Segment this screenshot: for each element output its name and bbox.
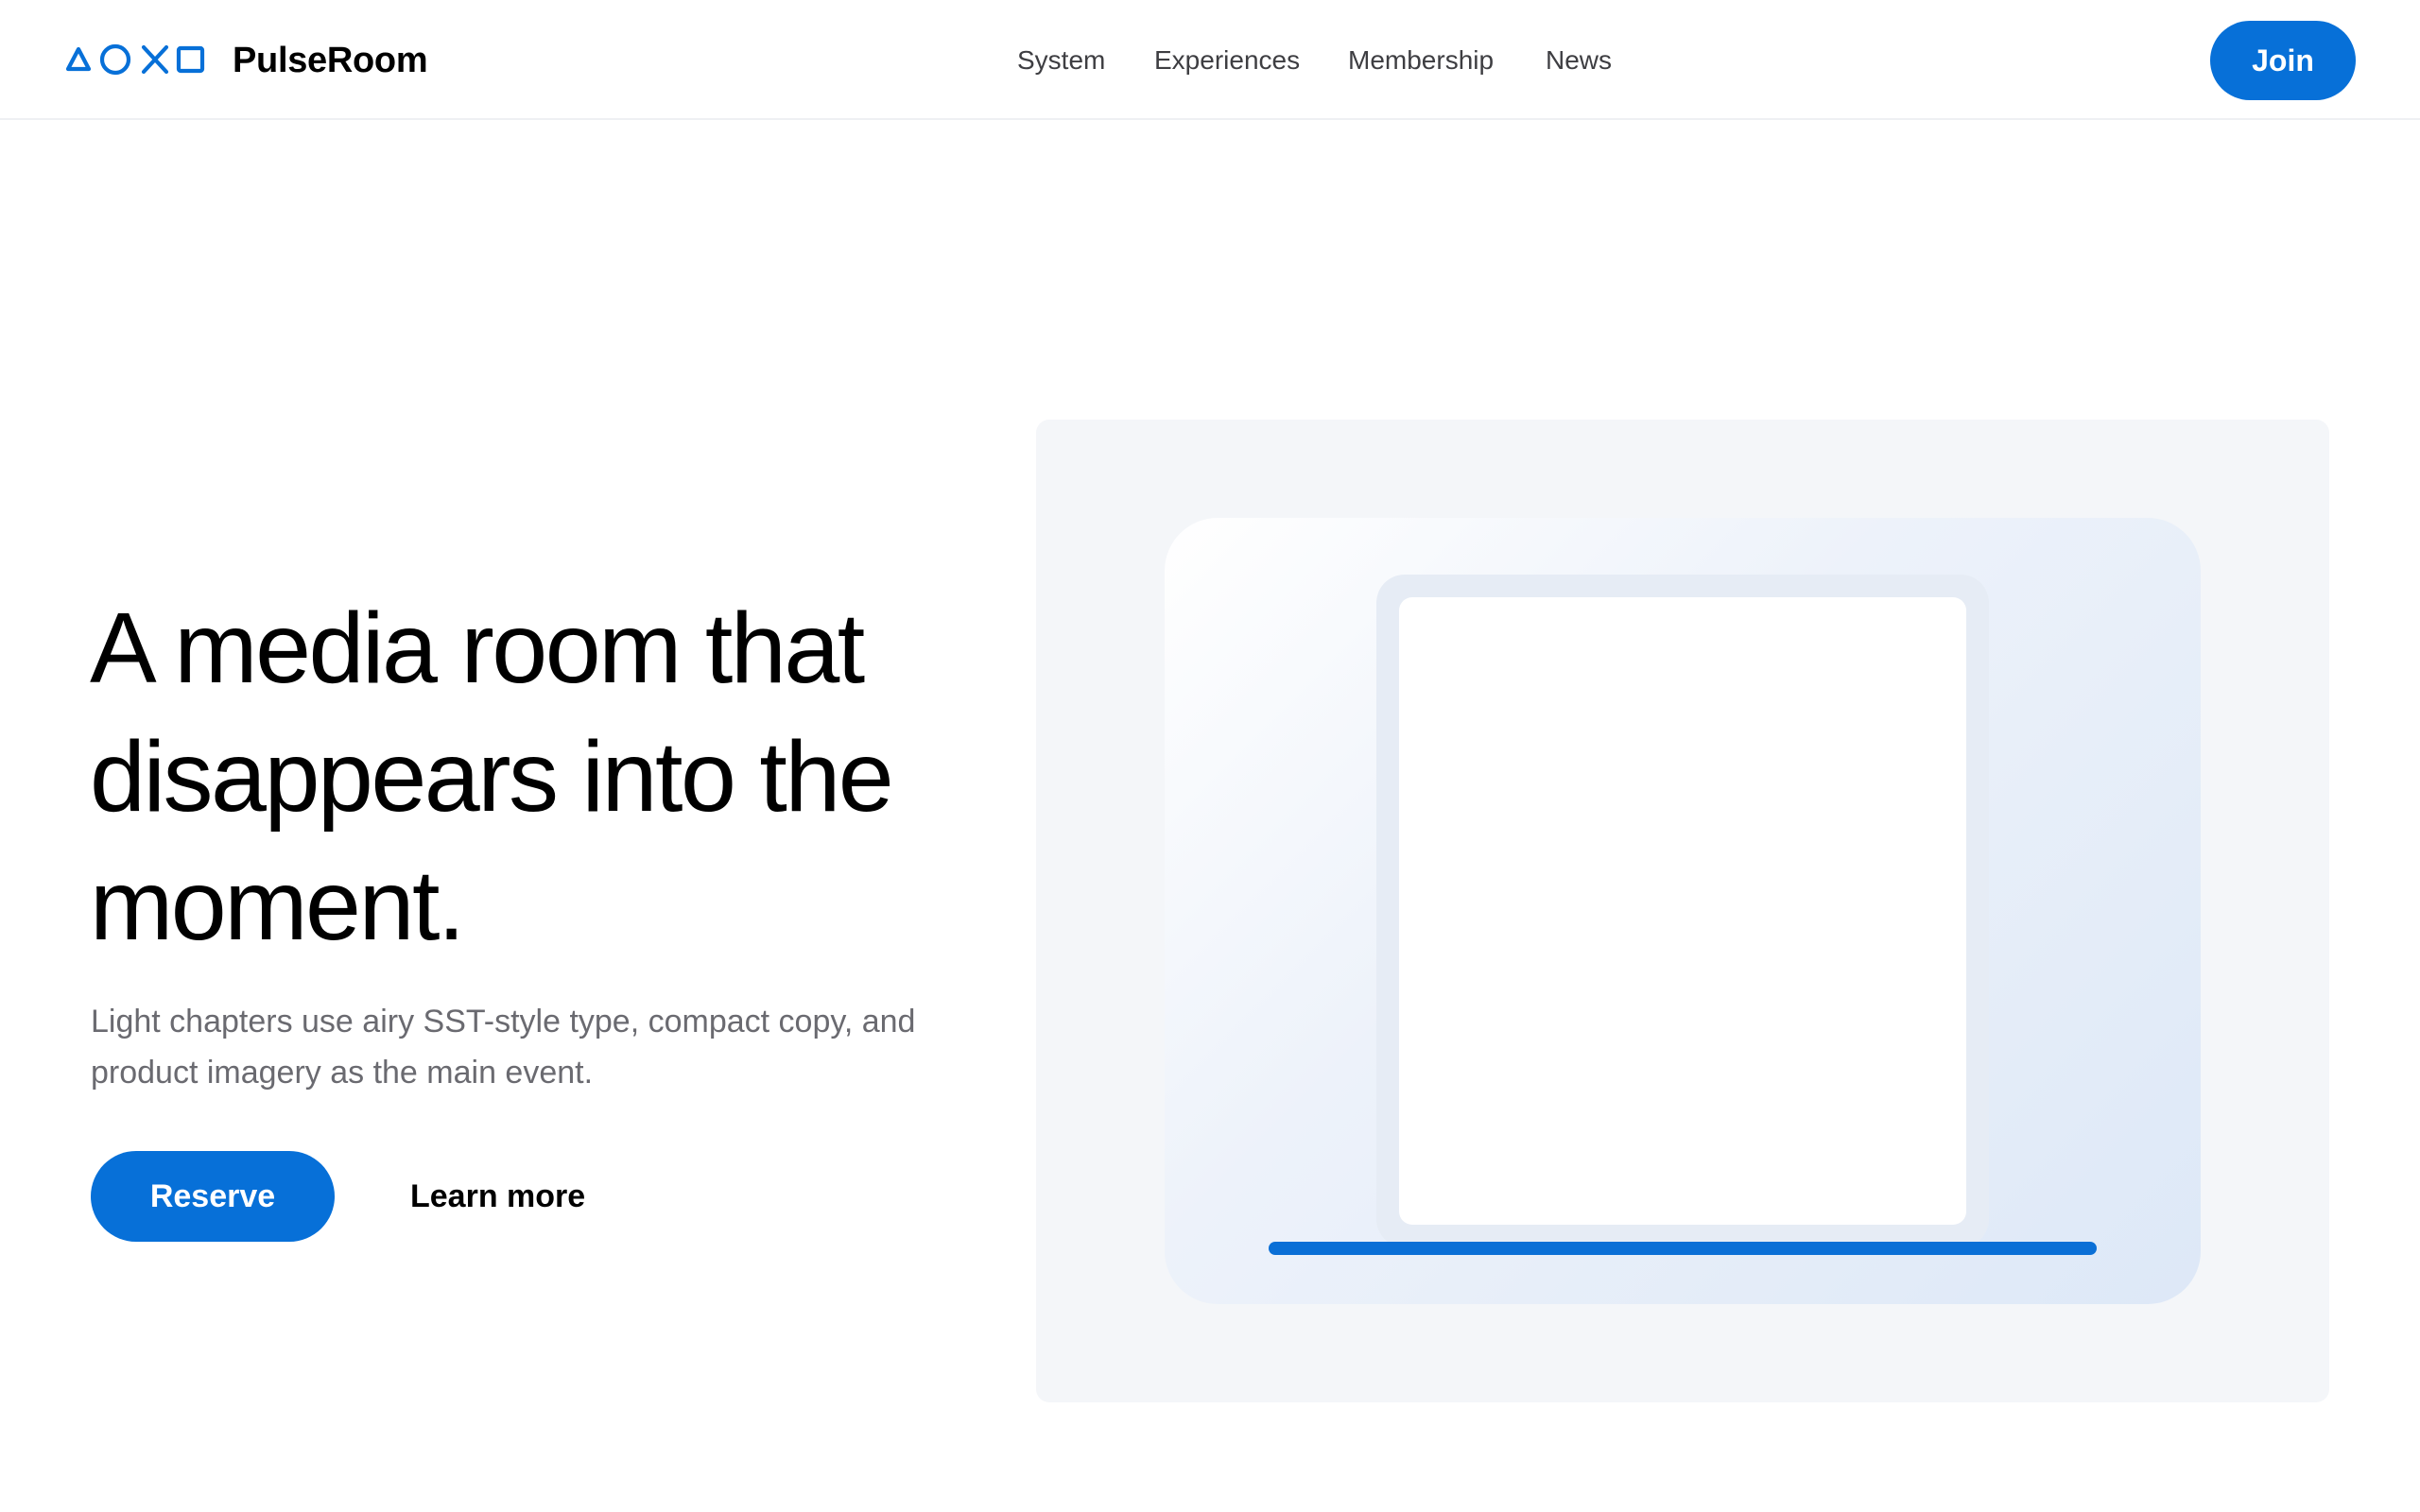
cross-icon	[141, 44, 169, 75]
brand-logo[interactable]	[66, 43, 208, 76]
join-button[interactable]: Join	[2210, 21, 2356, 100]
square-icon	[176, 45, 205, 74]
nav-item-news[interactable]: News	[1546, 42, 1612, 79]
nav-item-system[interactable]: System	[1017, 42, 1105, 79]
logo-symbols	[66, 43, 205, 76]
triangle-icon	[66, 46, 92, 72]
hero-subcopy: Light chapters use airy SST-style type, …	[91, 1004, 916, 1091]
nav-item-membership[interactable]: Membership	[1348, 42, 1494, 79]
device-frame	[1376, 575, 1989, 1247]
device-screen	[1399, 597, 1966, 1225]
nav-item-experiences[interactable]: Experiences	[1154, 42, 1300, 79]
device-base-bar	[1269, 1242, 2097, 1255]
hero-headline: A media room that disappears into the mo…	[90, 593, 894, 961]
site-header: PulseRoom System Experiences Membership …	[0, 0, 2420, 120]
reserve-button[interactable]: Reserve	[91, 1151, 335, 1242]
brand-name[interactable]: PulseRoom	[233, 38, 428, 83]
learn-more-link[interactable]: Learn more	[410, 1172, 585, 1221]
product-media-panel	[1036, 420, 2329, 1402]
product-stage	[1165, 518, 2201, 1304]
circle-icon	[99, 43, 131, 76]
